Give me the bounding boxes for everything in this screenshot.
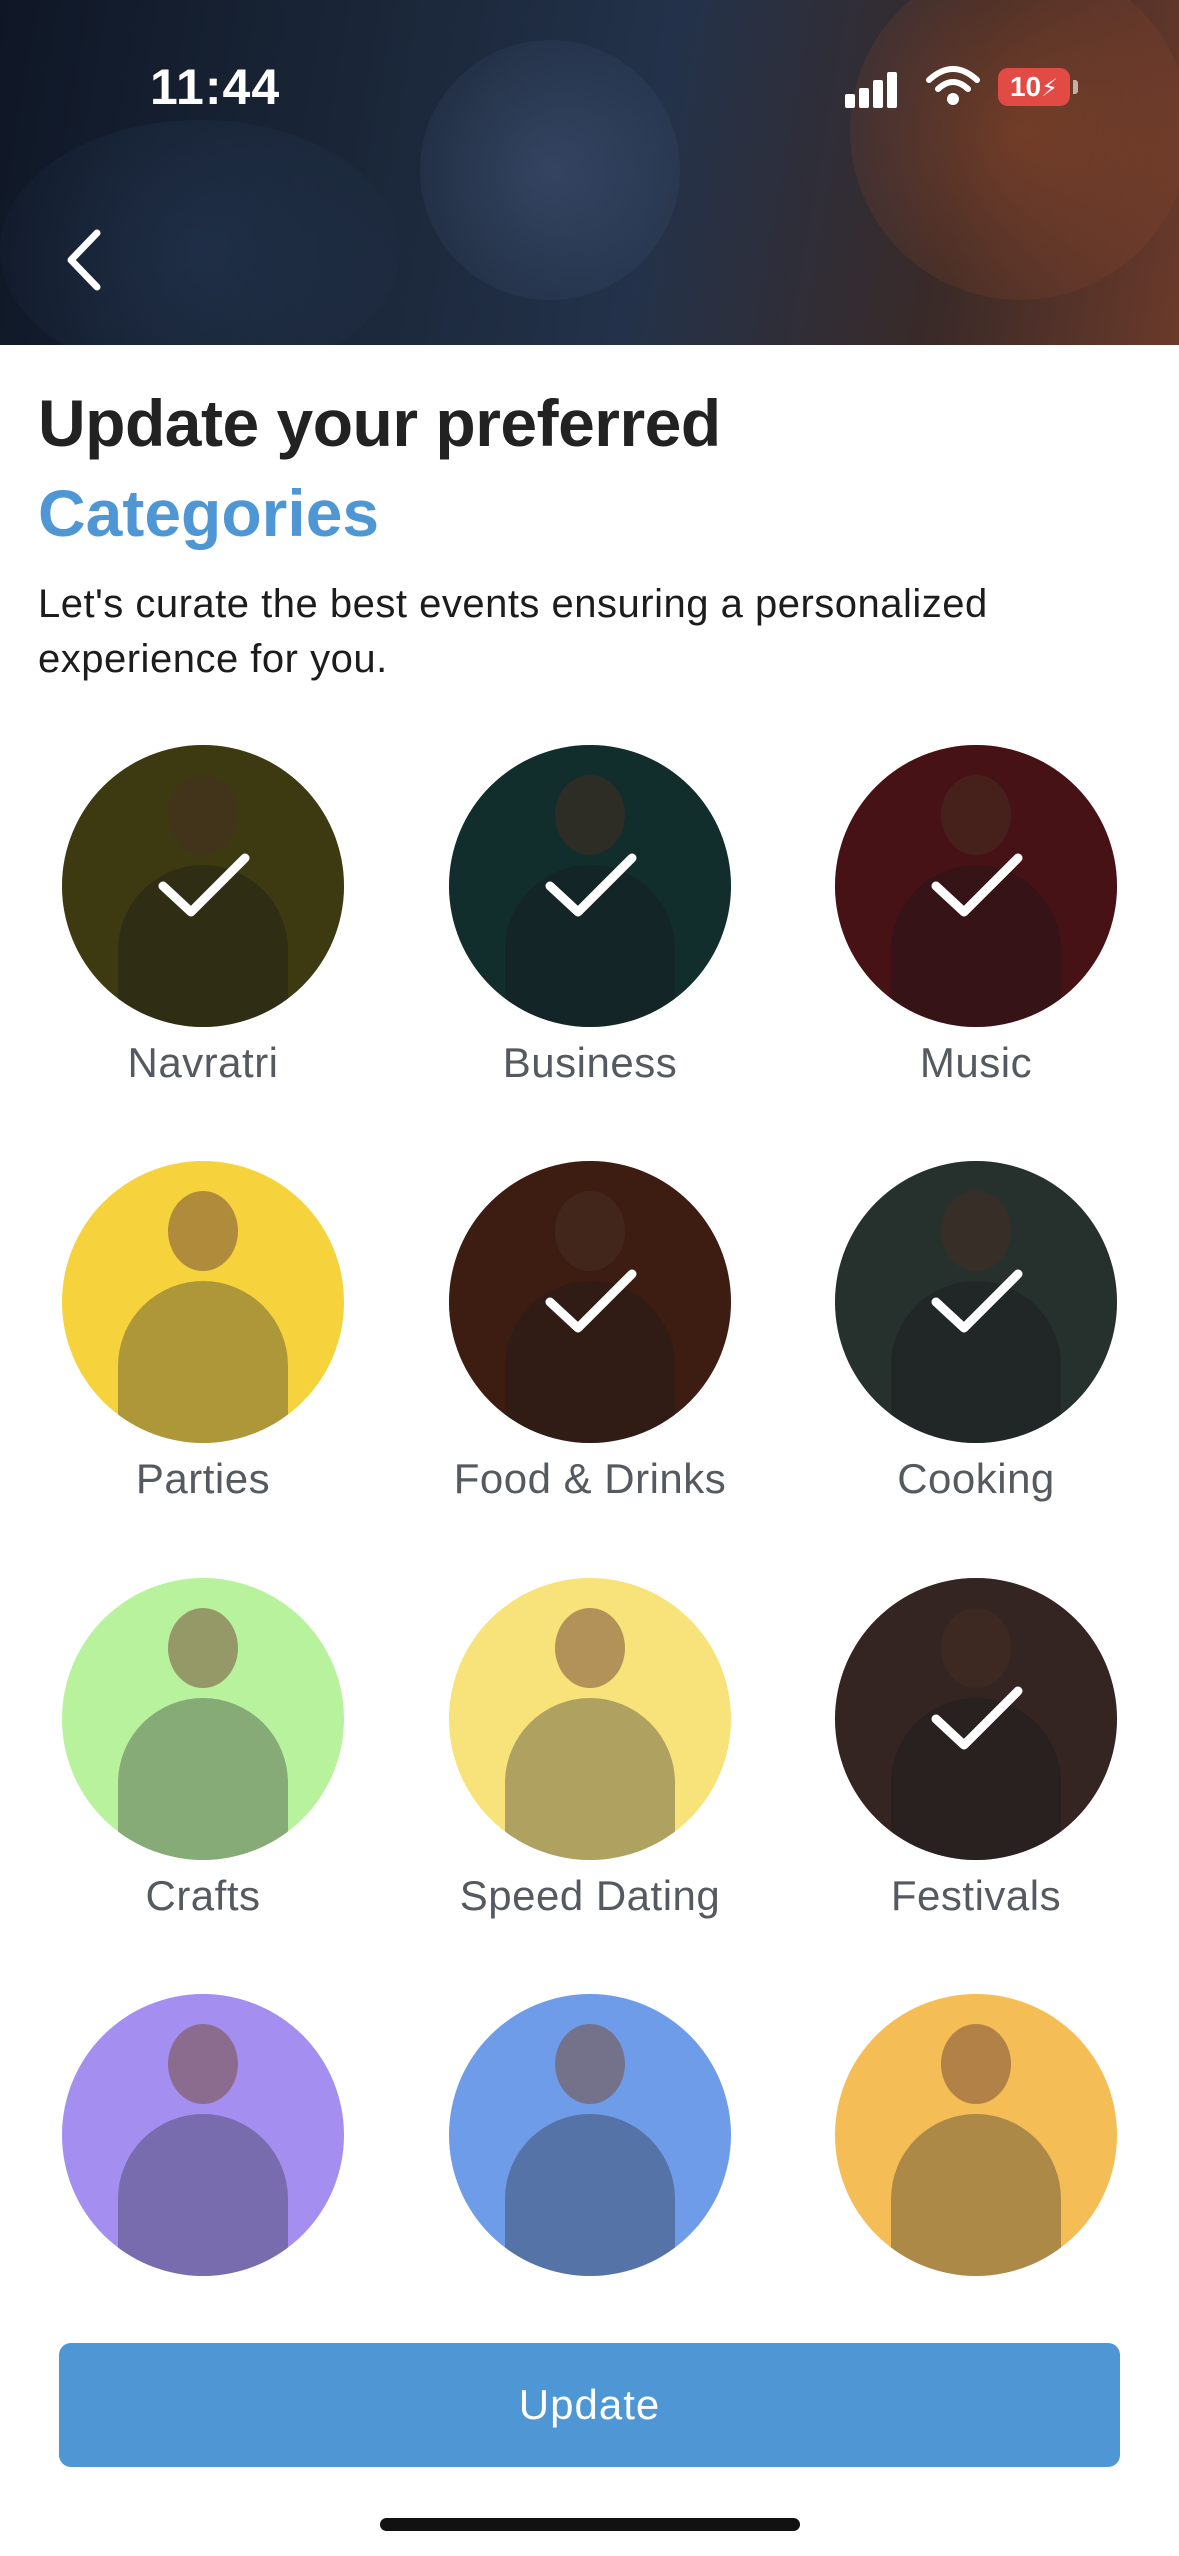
category-image bbox=[62, 745, 344, 1027]
category-art[interactable] bbox=[10, 1994, 396, 2288]
category-label: Festivals bbox=[890, 1872, 1062, 1919]
page-title-accent: Categories bbox=[38, 476, 380, 550]
category-image bbox=[835, 1578, 1117, 1860]
category-image bbox=[449, 1994, 731, 2276]
wifi-icon bbox=[926, 66, 980, 105]
category-food-drinks[interactable]: Food & Drinks bbox=[397, 1161, 783, 1503]
page-title: Update your preferred bbox=[38, 386, 721, 460]
update-button[interactable]: Update bbox=[59, 2343, 1120, 2467]
category-label: Speed Dating bbox=[459, 1872, 721, 1919]
battery-level: 10 bbox=[1009, 71, 1042, 102]
category-image bbox=[835, 1994, 1117, 2276]
category-label: Parties bbox=[135, 1455, 271, 1502]
status-time: 11:44 bbox=[150, 59, 281, 115]
category-parties[interactable]: Parties bbox=[10, 1161, 396, 1503]
battery-icon: 10⚡ bbox=[998, 68, 1070, 106]
checkmark-icon bbox=[931, 1686, 1023, 1750]
back-button[interactable] bbox=[55, 225, 115, 295]
category-festivals[interactable]: Festivals bbox=[783, 1578, 1169, 1920]
checkmark-icon bbox=[931, 853, 1023, 917]
checkmark-icon bbox=[158, 853, 250, 917]
status-bar: 11:44 10⚡ bbox=[0, 0, 1179, 170]
signal-icon bbox=[845, 68, 907, 108]
category-label: Business bbox=[502, 1039, 678, 1086]
category-image bbox=[449, 1161, 731, 1443]
category-image bbox=[62, 1578, 344, 1860]
category-image bbox=[835, 1161, 1117, 1443]
category-image bbox=[449, 745, 731, 1027]
category-cooking[interactable]: Cooking bbox=[783, 1161, 1169, 1503]
page-subtitle: Let's curate the best events ensuring a … bbox=[38, 582, 988, 681]
category-crafts[interactable]: Crafts bbox=[10, 1578, 396, 1920]
category-business[interactable]: Business bbox=[397, 745, 783, 1087]
category-label: Crafts bbox=[145, 1872, 261, 1919]
category-label: Food & Drinks bbox=[453, 1455, 727, 1502]
checkmark-icon bbox=[931, 1269, 1023, 1333]
chevron-left-icon bbox=[67, 229, 101, 291]
category-gaming[interactable] bbox=[397, 1994, 783, 2288]
category-label: Navratri bbox=[127, 1039, 279, 1086]
category-image bbox=[449, 1578, 731, 1860]
home-indicator[interactable] bbox=[380, 2518, 800, 2531]
checkmark-icon bbox=[545, 1269, 637, 1333]
category-speed-dating[interactable]: Speed Dating bbox=[397, 1578, 783, 1920]
category-image bbox=[62, 1161, 344, 1443]
category-navratri[interactable]: Navratri bbox=[10, 745, 396, 1087]
category-label: Cooking bbox=[897, 1455, 1055, 1502]
category-image bbox=[62, 1994, 344, 2276]
category-dance[interactable] bbox=[783, 1994, 1169, 2288]
category-image bbox=[835, 745, 1117, 1027]
checkmark-icon bbox=[545, 853, 637, 917]
category-music[interactable]: Music bbox=[783, 745, 1169, 1087]
category-label: Music bbox=[919, 1039, 1033, 1086]
